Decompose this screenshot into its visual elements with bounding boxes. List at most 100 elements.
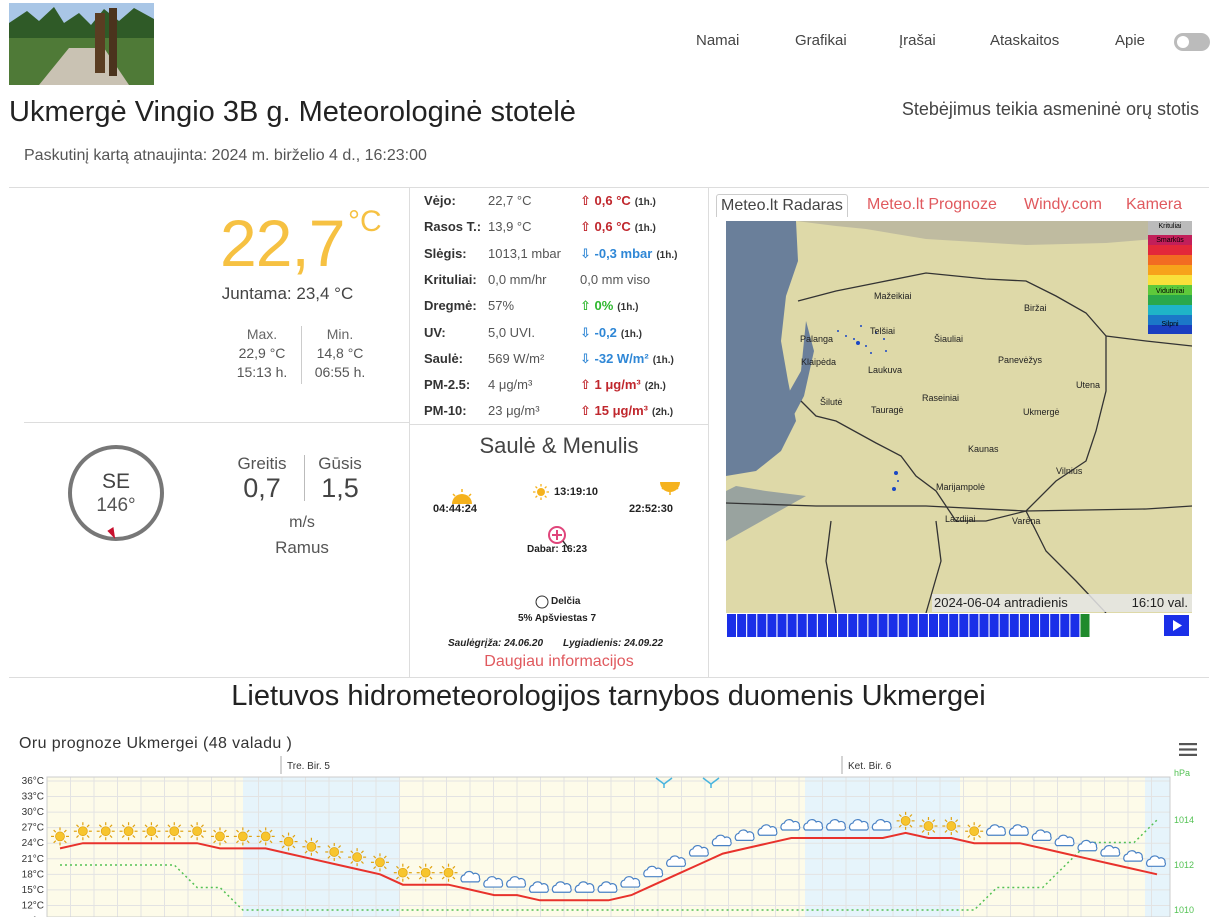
divider <box>708 187 709 677</box>
timeline-frame[interactable] <box>1060 614 1070 637</box>
reading-trend: ⇧ 15 μg/m³ (2h.) <box>580 403 673 419</box>
max-label: Max. <box>246 326 278 342</box>
page-title: Ukmergė Vingio 3B g. Meteorologinė stote… <box>9 96 576 128</box>
sun-icon <box>165 822 184 841</box>
wind-direction: SE <box>101 470 130 493</box>
nav-irasai[interactable]: Įrašai <box>899 32 936 49</box>
timeline-frame[interactable] <box>828 614 837 637</box>
timeline-frame[interactable] <box>1019 614 1029 637</box>
sun-icon <box>919 817 938 836</box>
city-label: Panevėžys <box>998 355 1043 365</box>
reading-trend: ⇧ 1 μg/m³ (2h.) <box>580 377 666 393</box>
radar-map[interactable]: Krituliai Smarkūs Vidutiniai Silpni Maže… <box>726 221 1192 613</box>
timeline-frame[interactable] <box>949 614 959 637</box>
trend-value: 0,0 mm viso <box>580 271 651 287</box>
play-button[interactable] <box>1163 614 1190 637</box>
timeline-frame[interactable] <box>848 614 858 637</box>
radar-time: 16:10 val. <box>1131 595 1188 610</box>
last-updated: Paskutinį kartą atnaujinta: 2024 m. birž… <box>24 147 427 164</box>
theme-toggle[interactable] <box>1174 33 1210 51</box>
timeline-frame[interactable] <box>918 614 928 637</box>
timeline-frame[interactable] <box>767 614 777 637</box>
sun-icon <box>348 848 367 867</box>
legend-title: Krituliai <box>1158 223 1182 230</box>
timeline-frame[interactable] <box>838 614 848 637</box>
timeline-frame[interactable] <box>908 614 918 637</box>
min-label: Min. <box>326 326 354 342</box>
nav-ataskaitos[interactable]: Ataskaitos <box>990 32 1059 49</box>
y-tick-label: 24°C <box>22 838 44 849</box>
city-label: Lazdijai <box>945 514 976 524</box>
timeline-frame[interactable] <box>787 614 797 637</box>
nav-grafikai[interactable]: Grafikai <box>795 32 847 49</box>
city-label: Marijampolė <box>936 482 986 492</box>
timeline-frame[interactable] <box>1040 614 1050 637</box>
reading-row: PM-10: 23 μg/m³ ⇧ 15 μg/m³ (2h.) <box>424 403 704 423</box>
city-label: Klaipėda <box>801 357 837 367</box>
nav-apie[interactable]: Apie <box>1115 32 1145 49</box>
reading-value: 23 μg/m³ <box>488 403 540 419</box>
timeline-frame[interactable] <box>757 614 767 637</box>
reading-row: Slėgis: 1013,1 mbar ⇩ -0,3 mbar (1h.) <box>424 246 704 266</box>
more-info-link[interactable]: Daugiau informacijos <box>410 653 708 671</box>
timeline-frame[interactable] <box>868 614 878 637</box>
trend-value: ⇩ -32 W/m² <box>580 350 649 366</box>
timeline-frame[interactable] <box>929 614 938 637</box>
timeline-frame[interactable] <box>858 614 868 637</box>
timeline-frame[interactable] <box>989 614 999 637</box>
divider <box>9 677 1209 678</box>
reading-value: 57% <box>488 298 515 314</box>
tab-radar[interactable]: Meteo.lt Radaras <box>716 194 848 217</box>
timeline-frame[interactable] <box>807 614 817 637</box>
trend-value: ⇧ 15 μg/m³ <box>580 403 648 419</box>
timeline-frame[interactable] <box>999 614 1009 637</box>
sun-icon <box>302 837 321 856</box>
timeline-frame[interactable] <box>969 614 979 637</box>
timeline-frame[interactable] <box>898 614 908 637</box>
divider <box>409 424 708 425</box>
timeline-frame[interactable] <box>747 614 757 637</box>
city-label: Tauragė <box>871 405 904 415</box>
tab-camera[interactable]: Kamera <box>1126 196 1182 214</box>
trend-period: (2h.) <box>651 407 674 419</box>
timeline-frame[interactable] <box>939 614 949 637</box>
min-time: 06:55 h. <box>314 364 366 380</box>
sun-icon <box>51 827 69 846</box>
section-title: Lietuvos hidrometeorologijos tarnybos du… <box>231 680 986 712</box>
city-label: Šiauliai <box>934 334 964 344</box>
timeline-frame[interactable] <box>817 614 827 637</box>
timeline-frame[interactable] <box>1080 614 1090 637</box>
legend-heavy: Smarkūs <box>1156 237 1184 244</box>
timeline-frame[interactable] <box>727 614 736 637</box>
menu-icon[interactable] <box>1179 742 1197 757</box>
sunset-icon <box>660 482 680 495</box>
city-label: Šilutė <box>820 397 843 407</box>
trend-period: (2h.) <box>644 381 666 393</box>
tab-forecast[interactable]: Meteo.lt Prognoze <box>867 196 997 214</box>
legend-light: Silpni <box>1161 321 1179 328</box>
timeline-frame[interactable] <box>737 614 747 637</box>
reading-trend: ⇩ -32 W/m² (1h.) <box>580 351 674 367</box>
timeline-frame[interactable] <box>1009 614 1019 637</box>
timeline-frame[interactable] <box>1030 614 1039 637</box>
sun-icon <box>942 817 961 836</box>
timeline-frame[interactable] <box>878 614 888 637</box>
y-tick-label: 30°C <box>22 807 44 818</box>
timeline-frame[interactable] <box>959 614 969 637</box>
sunset-time: 22:52:30 <box>629 503 674 515</box>
radar-timeline[interactable] <box>726 613 1192 638</box>
y2-unit: hPa <box>1174 768 1190 778</box>
y-tick-label: 12°C <box>22 900 44 911</box>
timeline-frame[interactable] <box>979 614 989 637</box>
tab-windy[interactable]: Windy.com <box>1024 196 1102 214</box>
timeline-frame[interactable] <box>1070 614 1080 637</box>
gust-label: Gūsis <box>318 454 362 473</box>
timeline-frame[interactable] <box>1050 614 1060 637</box>
toggle-knob <box>1177 36 1189 48</box>
nav-namai[interactable]: Namai <box>696 32 739 49</box>
timeline-frame[interactable] <box>888 614 898 637</box>
timeline-frame[interactable] <box>797 614 807 637</box>
timeline-frame[interactable] <box>777 614 787 637</box>
city-label: Kaunas <box>968 444 999 454</box>
reading-value: 0,0 mm/hr <box>488 271 547 287</box>
